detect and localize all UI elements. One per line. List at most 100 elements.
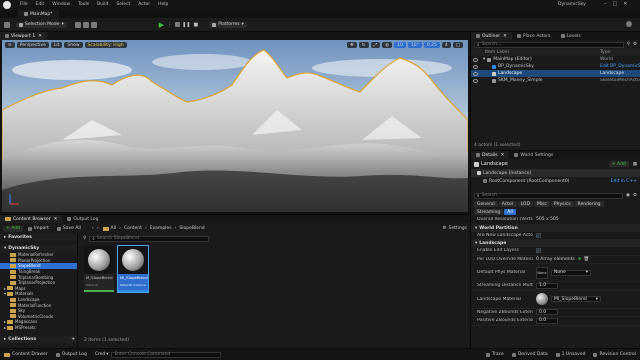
close-icon[interactable]: ✕ [503, 34, 507, 39]
filter-lod[interactable]: LOD [517, 201, 533, 207]
breadcrumb-item[interactable]: SlopeBlend [179, 226, 204, 231]
landscape-material-dropdown[interactable]: MI_SlopeBlend ▾ [551, 296, 601, 302]
tab-levels[interactable]: Levels [556, 32, 586, 40]
play-options-icon[interactable]: ⋮ [167, 22, 172, 28]
outliner-row[interactable]: ▾ MainMap (Editor) World [471, 56, 640, 63]
phys-material-thumbnail[interactable]: None [536, 266, 548, 279]
spatially-loaded-checkbox[interactable]: ✓ [536, 232, 541, 238]
output-log-button[interactable]: Output Log [55, 352, 87, 357]
asset-tile[interactable]: M_SlopeBlend Material [84, 246, 114, 292]
scalability-badge[interactable]: Scalability: High [84, 42, 127, 48]
close-icon[interactable]: ✕ [623, 1, 627, 7]
menu-edit[interactable]: Edit [36, 2, 45, 7]
menu-build[interactable]: Build [97, 2, 108, 7]
instance-row[interactable]: Landscape (Instance) [471, 169, 640, 177]
category-world-partition[interactable]: ▾ World Partition [471, 224, 640, 232]
viewport-scene[interactable]: ≡ Perspective Lit Show Scalability: High… [2, 40, 468, 212]
menu-actor[interactable]: Actor [138, 2, 150, 7]
chevron-down-icon[interactable]: ▾ [483, 57, 485, 62]
details-search-input[interactable]: ⌕ Search [474, 192, 624, 199]
close-icon[interactable]: ✕ [54, 217, 58, 222]
filter-misc[interactable]: Misc [533, 201, 550, 207]
category-landscape[interactable]: ▾ Landscape [471, 240, 640, 247]
add-collection-icon[interactable]: + [71, 337, 75, 342]
eye-icon[interactable]: ◉ [626, 193, 630, 198]
maximize-icon[interactable]: □ [613, 1, 618, 7]
save-all-button[interactable]: Save All [54, 226, 84, 232]
gear-icon[interactable]: ⚙ [633, 193, 637, 198]
positive-z-input[interactable]: 0.0 [536, 317, 558, 324]
selection-mode-button[interactable]: Selection Mode ▾ [16, 21, 67, 28]
camera-speed-button[interactable]: 4 [441, 42, 451, 48]
streaming-distance-input[interactable]: 1.0 [536, 282, 558, 289]
column-type[interactable]: Type [600, 50, 640, 55]
tab-mainmap[interactable]: MainMap* [18, 10, 59, 18]
show-button[interactable]: Show [64, 42, 83, 48]
tab-details[interactable]: Details ✕ [471, 151, 510, 159]
revision-control-button[interactable]: Revision Control [593, 352, 636, 357]
scale-snap-button[interactable]: 0.25 [423, 42, 440, 48]
collections-header[interactable]: ▸ Collections + [0, 336, 77, 343]
menu-window[interactable]: Window [52, 2, 70, 7]
trace-button[interactable]: Trace [485, 352, 504, 357]
grid-snap-button[interactable]: 10 [394, 42, 406, 48]
minimize-icon[interactable]: – [604, 1, 607, 7]
breadcrumb-item[interactable]: Content [124, 226, 142, 231]
filter-rendering[interactable]: Rendering [574, 201, 604, 207]
filter-icon[interactable]: ⚲ [627, 42, 630, 47]
import-button[interactable]: Import [25, 226, 52, 232]
settings-button[interactable]: ⚙ Settings [442, 226, 467, 231]
derived-data-button[interactable]: Derived Data [511, 352, 548, 357]
project-header[interactable]: ▾ DynamicSky [0, 245, 77, 252]
filter-streaming[interactable]: Streaming [474, 209, 504, 215]
blueprint-add-icon[interactable]: ▦ [633, 162, 637, 167]
actor-name-field[interactable]: Landscape [481, 161, 609, 167]
save-icon[interactable] [4, 21, 10, 28]
tab-outliner[interactable]: Outliner ✕ [471, 32, 512, 40]
negative-z-input[interactable]: 0.0 [536, 309, 558, 316]
breadcrumb-item[interactable]: All [111, 226, 117, 231]
outliner-row-selected[interactable]: Landscape Landscape [471, 70, 640, 77]
tab-content-browser[interactable]: Content Browser ✕ [0, 215, 63, 223]
add-button[interactable]: + Add [3, 225, 23, 232]
outliner-row[interactable]: SKM_Manny_Simple SkeletalMeshActor [471, 77, 640, 84]
play-icon[interactable]: ▶ [159, 21, 164, 29]
menu-select[interactable]: Select [116, 2, 130, 7]
folder-row[interactable]: ▸ MSPresets [0, 325, 77, 331]
menu-help[interactable]: Help [158, 2, 168, 7]
menu-tools[interactable]: Tools [78, 2, 89, 7]
edit-layers-checkbox[interactable]: ✓ [536, 248, 541, 254]
root-component-row[interactable]: RootComponent (RootComponent0) Edit in C… [471, 177, 640, 185]
outliner-row[interactable]: BP_DynamicSky Edit BP_DynamicSky [471, 63, 640, 70]
filter-physics[interactable]: Physics [550, 201, 574, 207]
eye-icon[interactable] [473, 57, 478, 62]
settings-button[interactable] [626, 21, 634, 29]
add-component-button[interactable]: + Add [608, 161, 629, 167]
platforms-button[interactable]: Platforms ▾ [209, 21, 247, 28]
filter-actor[interactable]: Actor [498, 201, 517, 207]
favorites-header[interactable]: ▸ Favorites [0, 234, 77, 241]
content-drawer-button[interactable]: Content Drawer [4, 352, 48, 357]
eye-icon[interactable] [473, 78, 478, 83]
tab-place-actors[interactable]: Place Actors [512, 32, 556, 40]
rotation-snap-button[interactable]: 10° [407, 42, 422, 48]
transform-scale-button[interactable]: ⤢ [370, 42, 381, 48]
eye-icon[interactable] [473, 71, 478, 76]
blueprint-icon[interactable] [82, 21, 89, 28]
transform-move-button[interactable]: ✥ [347, 42, 357, 48]
filter-general[interactable]: General [474, 201, 498, 207]
unreal-logo-icon[interactable] [3, 1, 11, 9]
filter-all[interactable]: All [504, 209, 516, 215]
outliner-search-input[interactable]: ⌕ Search... [474, 41, 624, 48]
console-input[interactable]: Enter Console Command [111, 351, 222, 358]
maximize-viewport-button[interactable]: □ [452, 42, 463, 48]
menu-file[interactable]: File [20, 2, 28, 7]
phys-material-dropdown[interactable]: None ▾ [551, 269, 591, 276]
gear-icon[interactable]: ⚙ [633, 42, 637, 47]
unsaved-button[interactable]: 1 Unsaved [555, 352, 585, 357]
close-icon[interactable]: ✕ [38, 34, 42, 39]
filter-icon[interactable]: ⚲ [83, 236, 86, 241]
perspective-button[interactable]: Perspective [16, 42, 49, 48]
launch-icon[interactable] [175, 22, 181, 27]
viewport-options-button[interactable]: ≡ [5, 42, 15, 48]
